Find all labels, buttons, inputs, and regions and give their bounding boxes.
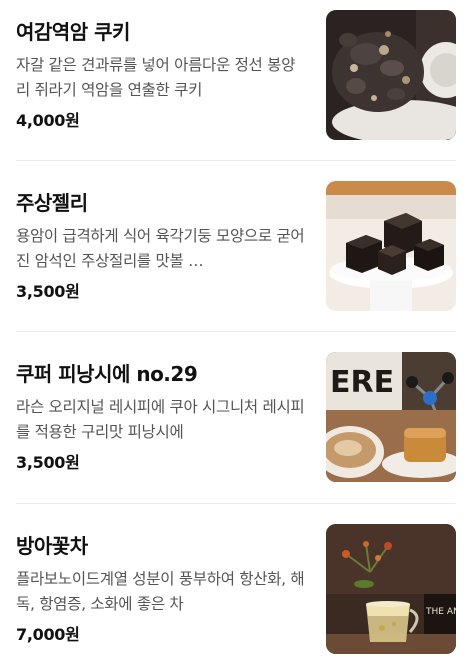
menu-item-text: 주상젤리 용암이 급격하게 식어 육각기둥 모양으로 굳어진 암석인 주상절리를…: [16, 189, 306, 303]
menu-item-description: 라슨 오리지널 레시피에 쿠아 시그니처 레시피를 적용한 구리맛 피낭시에: [16, 398, 305, 441]
financier-photo[interactable]: ERE: [326, 352, 456, 482]
divider: [16, 160, 456, 161]
jelly-photo[interactable]: [326, 181, 456, 311]
menu-item-description: 플라보노이드계열 성분이 풍부하여 항산화, 해독, 항염증, 소화에 좋은 차: [16, 570, 305, 613]
cookie-photo[interactable]: [326, 10, 456, 140]
divider: [16, 331, 456, 332]
menu-item-text: 여감역암 쿠키 자갈 같은 견과류를 넣어 아름다운 정선 봉양리 쥐라기 역암…: [16, 18, 306, 132]
menu-item-description: 용암이 급격하게 식어 육각기둥 모양으로 굳어진 암석인 주상절리를 맛볼 …: [16, 227, 305, 270]
menu-item-name: 쿠퍼 피낭시에 no.29: [16, 362, 198, 386]
menu-item-text: 방아꽃차 플라보노이드계열 성분이 풍부하여 항산화, 해독, 항염증, 소화에…: [16, 532, 306, 646]
menu-item-financier[interactable]: 쿠퍼 피낭시에 no.29 라슨 오리지널 레시피에 쿠아 시그니처 레시피를 …: [0, 352, 467, 524]
menu-item-price: 7,000원: [16, 625, 80, 644]
menu-item-text: 쿠퍼 피낭시에 no.29 라슨 오리지널 레시피에 쿠아 시그니처 레시피를 …: [16, 360, 306, 474]
menu-item-cookie[interactable]: 여감역암 쿠키 자갈 같은 견과류를 넣어 아름다운 정선 봉양리 쥐라기 역암…: [0, 10, 467, 182]
menu-item-flower-tea[interactable]: 방아꽃차 플라보노이드계열 성분이 풍부하여 항산화, 해독, 항염증, 소화에…: [0, 524, 467, 664]
menu-item-price: 3,500원: [16, 453, 80, 472]
jelly-photo-graphic: [326, 181, 456, 311]
cookie-photo-graphic: [326, 10, 456, 140]
menu-item-name: 주상젤리: [16, 191, 88, 215]
photo-book-text: THE ANSW: [425, 607, 456, 617]
flower-tea-photo[interactable]: THE ANSW: [326, 524, 456, 654]
flower-tea-photo-graphic: THE ANSW: [326, 524, 456, 654]
menu-item-price: 4,000원: [16, 111, 80, 130]
menu-item-price: 3,500원: [16, 282, 80, 301]
menu-item-name: 방아꽃차: [16, 534, 88, 558]
menu-list: 여감역암 쿠키 자갈 같은 견과류를 넣어 아름다운 정선 봉양리 쥐라기 역암…: [0, 0, 467, 664]
divider: [16, 503, 456, 504]
menu-item-jelly[interactable]: 주상젤리 용암이 급격하게 식어 육각기둥 모양으로 굳어진 암석인 주상절리를…: [0, 181, 467, 353]
menu-item-name: 여감역암 쿠키: [16, 20, 130, 44]
financier-photo-graphic: ERE: [326, 352, 456, 482]
photo-sign-text: ERE: [330, 365, 394, 400]
menu-item-description: 자갈 같은 견과류를 넣어 아름다운 정선 봉양리 쥐라기 역암을 연출한 쿠키: [16, 56, 296, 99]
